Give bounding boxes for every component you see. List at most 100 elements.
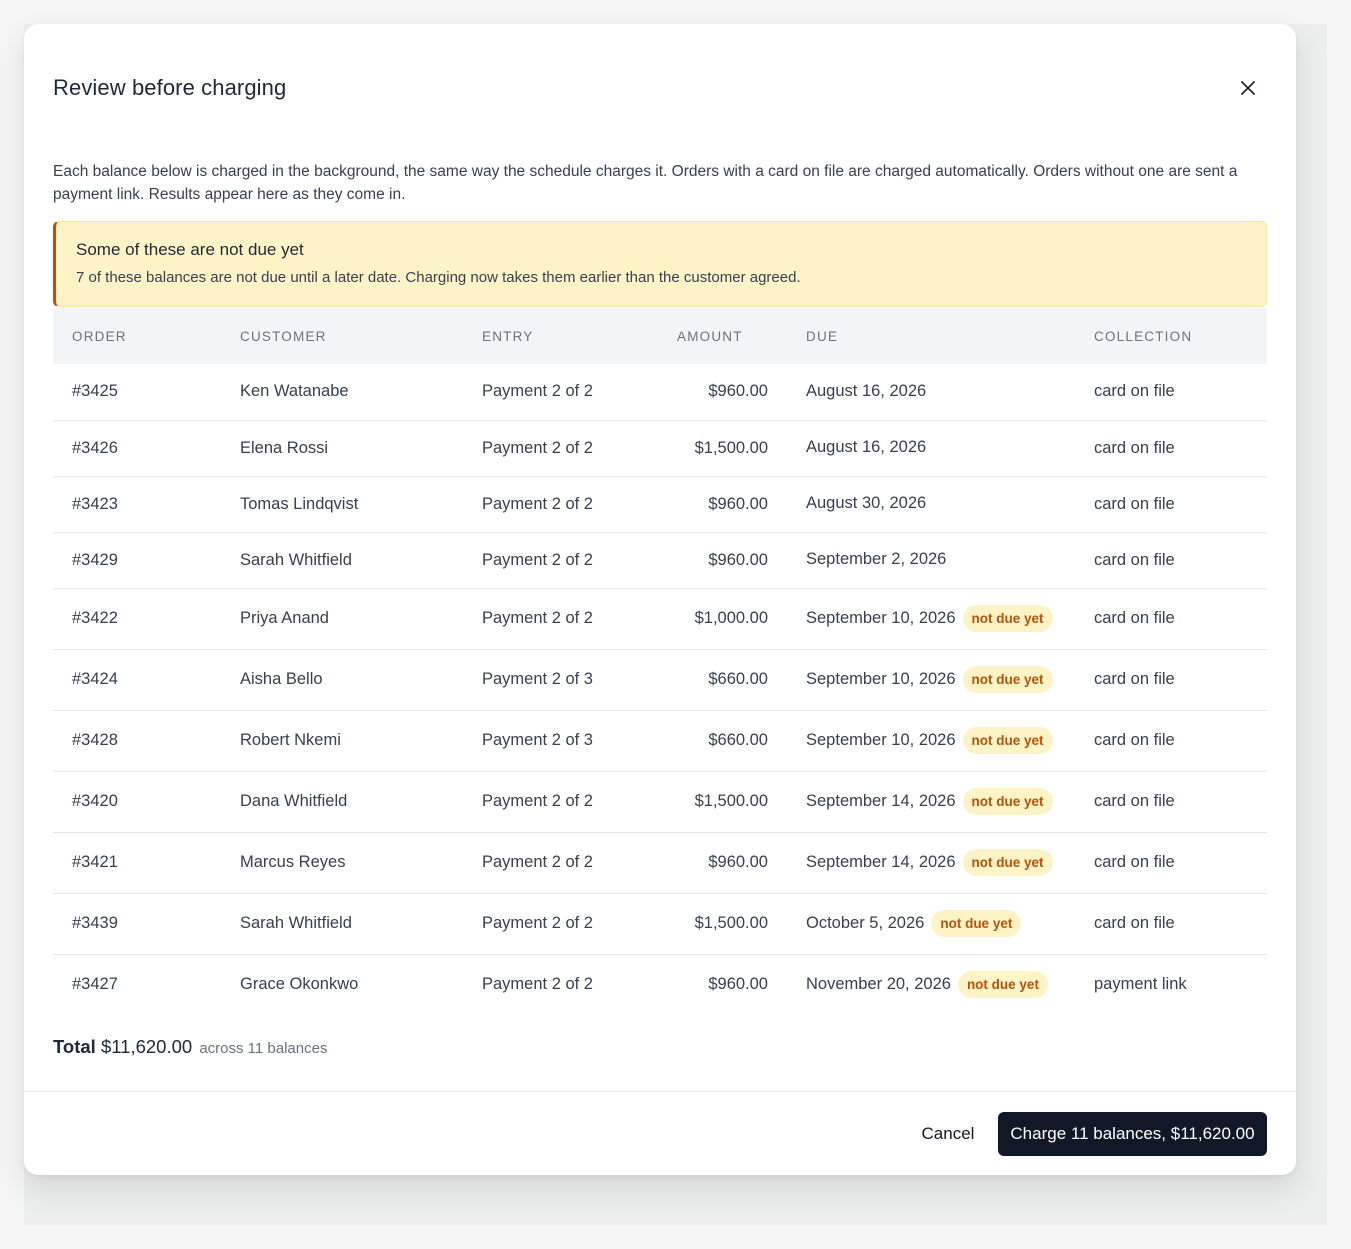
collection-cell: card on file <box>1075 649 1267 711</box>
order-cell: #3420 <box>53 771 221 833</box>
table-header-row: ORDER CUSTOMER ENTRY AMOUNT DUE COLLECTI… <box>53 308 1267 364</box>
amount-cell: $1,500.00 <box>655 420 787 477</box>
due-cell: August 16, 2026 <box>787 420 1075 477</box>
total-label: Total <box>53 1036 96 1057</box>
due-cell: August 16, 2026 <box>787 364 1075 421</box>
due-date: August 30, 2026 <box>806 494 927 513</box>
table-row: #3429 Sarah Whitfield Payment 2 of 2 $960.0… <box>53 532 1267 589</box>
collection-cell: card on file <box>1075 832 1267 894</box>
entry-cell: Payment 2 of 3 <box>463 649 655 711</box>
collection-cell: card on file <box>1075 588 1267 650</box>
total-amount: $11,620.00 <box>100 1036 193 1057</box>
due-cell: September 14, 2026 not due yet <box>787 771 1075 833</box>
table-row: #3421 Marcus Reyes Payment 2 of 2 $960.00 Se… <box>53 832 1267 894</box>
customer-cell: Robert Nkemi <box>221 710 463 772</box>
due-date: August 16, 2026 <box>806 382 927 401</box>
order-cell: #3427 <box>72 975 118 994</box>
customer-cell: Grace Okonkwo <box>240 975 359 994</box>
dialog-description: Each balance below is charged in the bac… <box>53 163 1238 203</box>
column-header-order: ORDER <box>53 308 221 364</box>
table-row: #3426 Elena Rossi Payment 2 of 2 $1,500.00 A… <box>53 420 1267 477</box>
order-cell: #3429 <box>53 532 221 589</box>
due-cell: September 14, 2026 not due yet <box>787 832 1075 894</box>
entry-cell: Payment 2 of 2 <box>463 771 655 833</box>
due-cell: September 2, 2026 <box>787 532 1075 589</box>
collection-cell: card on file <box>1075 532 1267 589</box>
entry-cell: Payment 2 of 2 <box>463 893 655 955</box>
cancel-button[interactable]: Cancel <box>904 1112 992 1156</box>
collection-cell: card on file <box>1075 710 1267 772</box>
customer-cell: Elena Rossi <box>221 420 463 477</box>
customer-cell: Aisha Bello <box>221 649 463 711</box>
table-row: #3427 Grace Okonkwo Payment 2 of 2 $960.00 N… <box>53 954 1267 1015</box>
amount-cell: $960.00 <box>655 476 787 533</box>
amount-cell: $1,500.00 <box>655 893 787 955</box>
charge-balances-button[interactable]: Charge 11 balances, $11,620.00 <box>998 1112 1267 1156</box>
collection-cell: card on file <box>1075 893 1267 955</box>
collection-cell: payment link <box>1094 975 1187 994</box>
entry-cell: Payment 2 of 2 <box>463 476 655 533</box>
entry-cell: Payment 2 of 2 <box>463 420 655 477</box>
collection-cell: card on file <box>1075 420 1267 477</box>
table-row: #3424 Aisha Bello Payment 2 of 3 $660.00 Sep… <box>53 649 1267 711</box>
warning-text: 7 of these balances are not due until a … <box>76 269 801 286</box>
column-header-due: DUE <box>787 308 1075 364</box>
table-row: #3420 Dana Whitfield Payment 2 of 2 $1,500.… <box>53 771 1267 833</box>
not-due-badge: not due yet <box>962 849 1053 876</box>
order-cell: #3428 <box>53 710 221 772</box>
due-cell: November 20, 2026 not due yet <box>787 954 1075 1015</box>
column-header-collection: COLLECTION <box>1075 308 1267 364</box>
table-row: #3423 Tomas Lindqvist Payment 2 of 2 $960.0… <box>53 476 1267 533</box>
customer-cell: Priya Anand <box>221 588 463 650</box>
customer-cell: Sarah Whitfield <box>221 893 463 955</box>
order-cell: #3425 <box>53 364 221 421</box>
close-icon <box>1241 81 1255 95</box>
column-header-amount: AMOUNT <box>655 308 787 364</box>
column-header-customer: CUSTOMER <box>221 308 463 364</box>
customer-cell: Dana Whitfield <box>221 771 463 833</box>
not-due-badge: not due yet <box>962 788 1053 815</box>
customer-cell: Sarah Whitfield <box>221 532 463 589</box>
not-due-badge: not due yet <box>957 971 1048 999</box>
due-date: August 16, 2026 <box>806 438 927 457</box>
order-cell: #3439 <box>53 893 221 955</box>
amount-cell: $960.00 <box>655 832 787 894</box>
total-count: across 11 balances <box>199 1040 328 1057</box>
amount-cell: $960.00 <box>655 532 787 589</box>
table-row: #3425 Ken Watanabe Payment 2 of 2 $960.00 Au… <box>53 364 1267 421</box>
close-button[interactable] <box>1236 76 1260 100</box>
entry-cell: Payment 2 of 2 <box>463 588 655 650</box>
amount-cell: $1,500.00 <box>655 771 787 833</box>
due-date: September 10, 2026 <box>806 731 956 749</box>
order-cell: #3423 <box>53 476 221 533</box>
entry-cell: Payment 2 of 3 <box>463 710 655 772</box>
amount-cell: $960.00 <box>708 975 768 994</box>
collection-cell: card on file <box>1075 771 1267 833</box>
due-cell: September 10, 2026 not due yet <box>787 649 1075 711</box>
due-date: September 10, 2026 <box>806 670 956 688</box>
collection-cell: card on file <box>1075 364 1267 421</box>
due-date: September 10, 2026 <box>806 609 956 627</box>
due-cell: August 30, 2026 <box>787 476 1075 533</box>
amount-cell: $960.00 <box>655 364 787 421</box>
dialog-title: Review before charging <box>53 75 287 100</box>
entry-cell: Payment 2 of 2 <box>463 832 655 894</box>
order-cell: #3422 <box>53 588 221 650</box>
not-due-badge: not due yet <box>962 605 1053 632</box>
due-cell: September 10, 2026 not due yet <box>787 710 1075 772</box>
warning-title: Some of these are not due yet <box>76 240 304 259</box>
amount-cell: $1,000.00 <box>655 588 787 650</box>
entry-cell: Payment 2 of 2 <box>482 975 593 994</box>
not-due-badge: not due yet <box>962 727 1053 754</box>
due-cell: September 10, 2026 not due yet <box>787 588 1075 650</box>
collection-cell: card on file <box>1075 476 1267 533</box>
customer-cell: Tomas Lindqvist <box>221 476 463 533</box>
not-due-badge: not due yet <box>931 910 1022 937</box>
amount-cell: $660.00 <box>655 649 787 711</box>
dialog-footer: Cancel Charge 11 balances, $11,620.00 <box>24 1091 1296 1175</box>
due-date: September 14, 2026 <box>806 792 956 810</box>
order-cell: #3426 <box>53 420 221 477</box>
order-cell: #3421 <box>53 832 221 894</box>
customer-cell: Ken Watanabe <box>221 364 463 421</box>
column-header-entry: ENTRY <box>463 308 655 364</box>
